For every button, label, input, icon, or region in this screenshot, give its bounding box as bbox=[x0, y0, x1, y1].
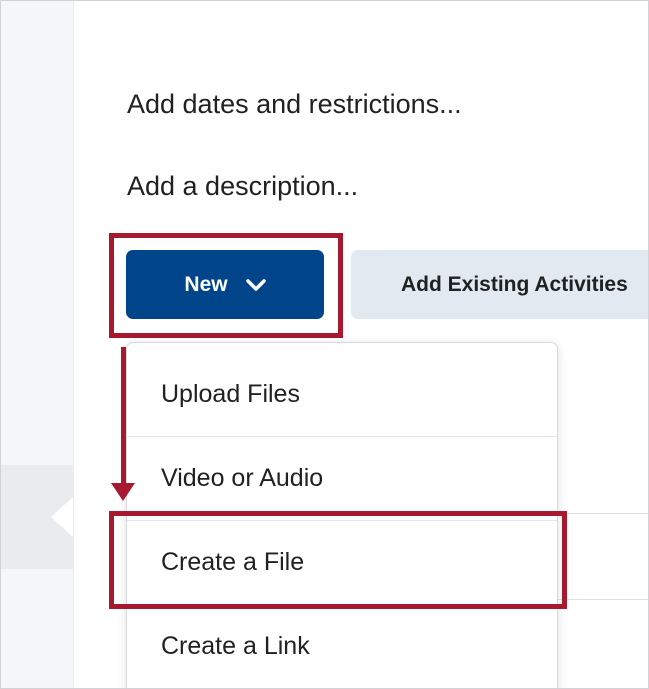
menu-item-label: Upload Files bbox=[161, 379, 300, 408]
page-frame: Add dates and restrictions... Add a desc… bbox=[0, 0, 649, 689]
annotation-arrow-head bbox=[111, 483, 135, 501]
annotation-highlight-new-button bbox=[109, 233, 343, 338]
menu-item-label: Create a Link bbox=[161, 632, 310, 660]
divider bbox=[556, 599, 648, 600]
selection-notch bbox=[51, 497, 73, 537]
annotation-arrow bbox=[121, 347, 126, 487]
menu-item-label: Video or Audio bbox=[161, 464, 324, 492]
add-existing-activities-button[interactable]: Add Existing Activities bbox=[351, 250, 648, 319]
annotation-highlight-create-a-file bbox=[109, 511, 567, 609]
add-existing-activities-label: Add Existing Activities bbox=[401, 272, 628, 296]
menu-item-upload-files[interactable]: Upload Files bbox=[127, 352, 557, 436]
add-dates-restrictions-link[interactable]: Add dates and restrictions... bbox=[127, 89, 462, 120]
menu-item-video-or-audio[interactable]: Video or Audio bbox=[127, 436, 557, 520]
divider bbox=[556, 513, 648, 514]
left-navigation-rail bbox=[1, 1, 74, 688]
add-description-link[interactable]: Add a description... bbox=[127, 171, 358, 202]
menu-item-create-a-link[interactable]: Create a Link bbox=[127, 604, 557, 688]
